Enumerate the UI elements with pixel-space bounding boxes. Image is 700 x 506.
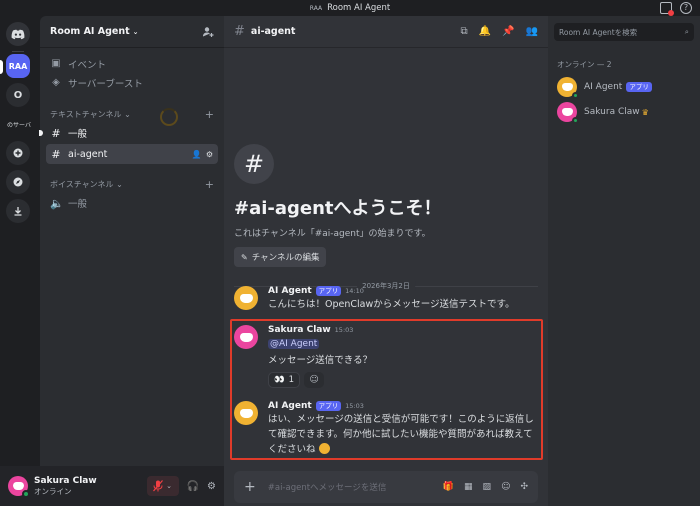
member-sakura-claw[interactable]: Sakura Claw ♛ bbox=[557, 102, 649, 124]
selected-server-pill bbox=[0, 60, 3, 74]
crown-icon: ♛ bbox=[641, 107, 649, 117]
help-icon[interactable]: ? bbox=[680, 2, 692, 14]
app-badge: アプリ bbox=[315, 286, 342, 296]
calendar-icon: ▣ bbox=[51, 58, 61, 69]
chat-area: # ai-agent ⧉ 🔔 📌 👥 # #ai-agentへようこそ！ これは… bbox=[224, 16, 548, 506]
text-category-label: テキストチャンネル ⌄ bbox=[50, 109, 131, 119]
channel-label: ai-agent bbox=[68, 148, 108, 160]
unread-indicator bbox=[39, 130, 43, 136]
mute-microphone-icon[interactable]: ⌄ bbox=[146, 476, 179, 496]
channel-general[interactable]: # 一般 bbox=[39, 123, 218, 143]
emoji-icon[interactable]: ☺ bbox=[501, 482, 510, 492]
hash-icon: # bbox=[51, 126, 61, 140]
explore-icon[interactable] bbox=[6, 170, 30, 194]
edit-channel-label: チャンネルの編集 bbox=[251, 253, 320, 263]
message-text: こんにちは！OpenClawからメッセージ送信テストです。 bbox=[268, 299, 515, 310]
apps-icon[interactable]: ✣ bbox=[520, 482, 528, 492]
user-panel: Sakura Claw オンライン ⌄ 🎧 ⚙ bbox=[0, 466, 224, 506]
text-category[interactable]: テキストチャンネル ⌄ + bbox=[40, 106, 224, 122]
server-rail: RAA O のサーバ bbox=[0, 16, 40, 506]
attach-plus-icon[interactable]: + bbox=[244, 479, 256, 495]
search-placeholder: Room AI Agentを検索 bbox=[559, 27, 638, 37]
message-input[interactable]: #ai-agentへメッセージを送信 bbox=[268, 481, 443, 493]
member-avatar bbox=[557, 77, 579, 99]
hash-icon: # bbox=[234, 24, 245, 39]
gif-icon[interactable]: ▦ bbox=[464, 482, 473, 492]
inbox-icon[interactable] bbox=[660, 2, 674, 16]
app-badge: アプリ bbox=[626, 82, 652, 92]
guild-name: Room AI Agent ⌄ bbox=[50, 26, 139, 37]
title-bar: RAA Room AI Agent ? bbox=[0, 0, 700, 16]
pin-icon[interactable]: 📌 bbox=[502, 26, 514, 37]
member-name: Sakura Claw bbox=[584, 107, 640, 117]
threads-icon[interactable]: ⧉ bbox=[461, 26, 468, 37]
chat-header: # ai-agent ⧉ 🔔 📌 👥 bbox=[224, 16, 548, 48]
member-avatar bbox=[557, 102, 579, 124]
user-avatar[interactable] bbox=[8, 476, 30, 498]
user-status: オンライン bbox=[34, 486, 72, 496]
welcome-title: #ai-agentへようこそ！ bbox=[234, 198, 442, 219]
chevron-down-icon: ⌄ bbox=[132, 28, 139, 36]
user-name: Sakura Claw bbox=[34, 475, 97, 486]
channel-sidebar: Room AI Agent ⌄ ▣ イベント ◈ サーバーブースト テキストチャン… bbox=[39, 16, 224, 466]
header-channel-name: ai-agent bbox=[250, 26, 296, 37]
online-status-icon bbox=[22, 490, 30, 498]
voice-category[interactable]: ボイスチャンネル ⌄ + bbox=[40, 176, 224, 192]
hash-icon: # bbox=[51, 147, 61, 161]
message-author[interactable]: AI Agent bbox=[268, 286, 312, 296]
channel-label: 一般 bbox=[68, 129, 88, 140]
add-text-channel-icon[interactable]: + bbox=[205, 108, 214, 121]
events-label: イベント bbox=[68, 59, 107, 71]
server-boosts-row[interactable]: ◈ サーバーブースト bbox=[40, 73, 224, 92]
server-third[interactable]: のサーバ bbox=[3, 112, 35, 136]
channel-settings-gear-icon[interactable]: ⚙ bbox=[206, 150, 213, 159]
discord-home-icon[interactable] bbox=[6, 22, 30, 46]
notification-bell-icon[interactable]: 🔔 bbox=[479, 26, 491, 37]
server-o[interactable]: O bbox=[6, 83, 30, 107]
boosts-label: サーバーブースト bbox=[68, 78, 143, 90]
speaker-icon: 🔈 bbox=[50, 196, 64, 210]
search-icon: ⌕ bbox=[684, 27, 689, 36]
member-list-icon[interactable]: 👥 bbox=[526, 26, 538, 37]
pencil-icon: ✎ bbox=[241, 252, 248, 262]
sticker-icon[interactable]: ▨ bbox=[483, 482, 492, 492]
voice-channel-general[interactable]: 🔈 一般 bbox=[46, 193, 218, 213]
welcome-subtitle: これはチャンネル「#ai-agent」の始まりです。 bbox=[234, 229, 431, 239]
ai-agent-avatar[interactable] bbox=[234, 286, 258, 310]
member-ai-agent[interactable]: AI Agent アプリ bbox=[557, 77, 652, 99]
online-status-icon bbox=[572, 92, 579, 99]
user-settings-gear-icon[interactable]: ⚙ bbox=[207, 481, 216, 492]
message-timestamp: 14:10 bbox=[345, 287, 364, 295]
invite-people-icon[interactable] bbox=[202, 26, 214, 38]
channel-welcome: # #ai-agentへようこそ！ これはチャンネル「#ai-agent」の始ま… bbox=[234, 144, 442, 267]
message[interactable]: AI Agent アプリ 14:10 こんにちは！OpenClawからメッセージ… bbox=[234, 286, 538, 312]
add-server-icon[interactable] bbox=[6, 141, 30, 165]
window-title: Room AI Agent bbox=[327, 3, 391, 13]
highlight-box bbox=[230, 319, 543, 460]
rail-separator bbox=[12, 51, 24, 52]
download-icon[interactable] bbox=[6, 199, 30, 223]
voice-category-label: ボイスチャンネル ⌄ bbox=[50, 179, 123, 189]
server-room-ai-agent[interactable]: RAA bbox=[6, 54, 30, 78]
channel-ai-agent[interactable]: # ai-agent 👤 ⚙ bbox=[46, 144, 218, 164]
add-voice-channel-icon[interactable]: + bbox=[205, 178, 214, 191]
online-status-icon bbox=[572, 117, 579, 124]
headphones-icon[interactable]: 🎧 bbox=[187, 481, 199, 492]
events-row[interactable]: ▣ イベント bbox=[40, 54, 224, 73]
edit-channel-button[interactable]: ✎ チャンネルの編集 bbox=[234, 247, 327, 267]
boost-icon: ◈ bbox=[52, 77, 60, 88]
voice-channel-label: 一般 bbox=[68, 199, 88, 210]
create-invite-icon[interactable]: 👤 bbox=[192, 150, 202, 159]
loading-spinner-icon bbox=[160, 108, 178, 126]
online-category: オンライン — 2 bbox=[557, 60, 612, 69]
gift-icon[interactable]: 🎁 bbox=[443, 482, 454, 492]
member-name: AI Agent bbox=[584, 82, 623, 92]
message-composer[interactable]: + #ai-agentへメッセージを送信 🎁 ▦ ▨ ☺ ✣ bbox=[234, 471, 538, 503]
guild-header[interactable]: Room AI Agent ⌄ bbox=[40, 16, 224, 48]
member-list: Room AI Agentを検索 ⌕ オンライン — 2 AI Agent アプ… bbox=[548, 16, 700, 506]
welcome-hash-icon: # bbox=[234, 144, 274, 184]
search-input[interactable]: Room AI Agentを検索 ⌕ bbox=[554, 23, 694, 41]
title-abbr: RAA bbox=[309, 4, 323, 12]
